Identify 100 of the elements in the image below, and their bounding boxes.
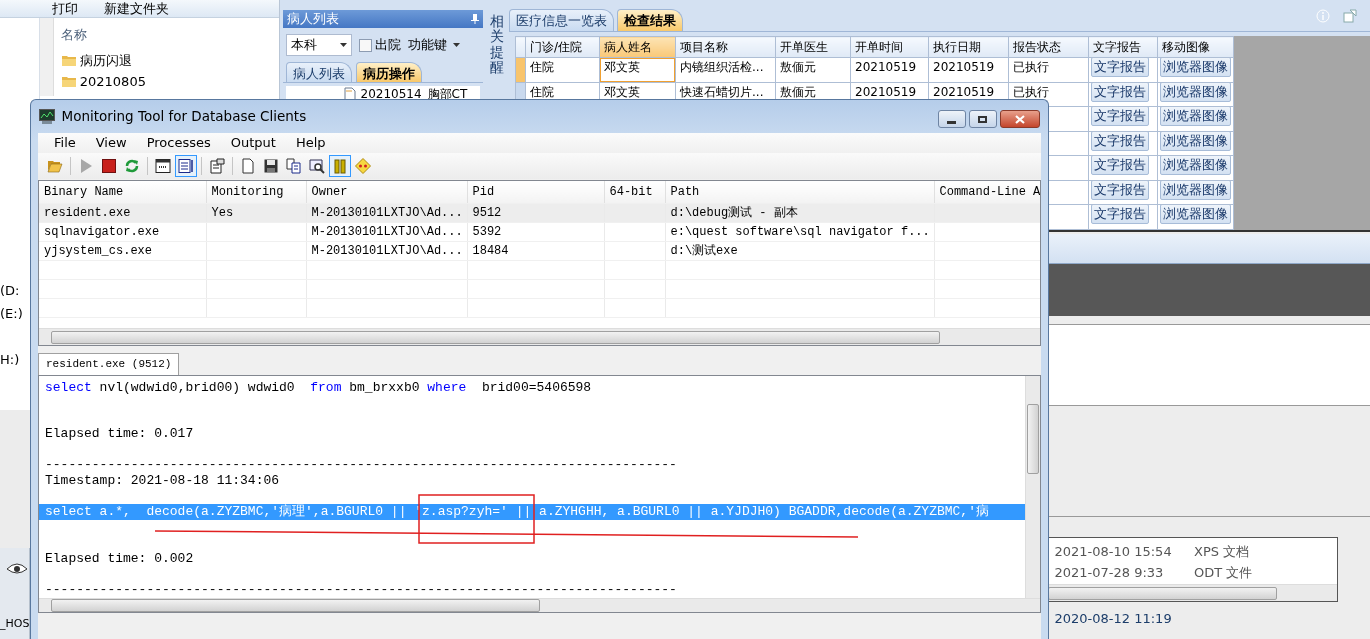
toolbar-button[interactable]: 新建文件夹 <box>104 0 169 19</box>
tab[interactable]: 检查结果 <box>617 8 684 31</box>
folder-item[interactable]: 病历闪退 <box>60 50 146 72</box>
column-header[interactable]: 名称 <box>60 24 146 44</box>
column-header[interactable]: 64-bit <box>604 181 665 203</box>
tab[interactable]: 病历操作 <box>355 62 422 82</box>
file-row[interactable]: 2021-07-28 9:33 ODT 文件 <box>1048 563 1337 584</box>
scope-dropdown[interactable]: 本科 <box>286 34 353 56</box>
monitor-icon <box>39 109 55 124</box>
taskbar-label[interactable]: _HOS <box>0 616 30 633</box>
maximize-button[interactable] <box>968 110 997 128</box>
scrollbar-thumb[interactable] <box>51 330 940 344</box>
scrollbar[interactable] <box>39 597 1040 612</box>
export-icon[interactable] <box>1343 8 1357 23</box>
log-line: Timestamp: 2021-08-18 11:34:06 <box>45 473 281 489</box>
drive-label[interactable]: H:) <box>0 350 20 370</box>
window-title: Monitoring Tool for Database Clients <box>61 107 307 127</box>
report-button[interactable]: 文字报告 <box>1091 205 1149 225</box>
column-header: 报告状态 <box>1008 36 1089 58</box>
folder-icon <box>60 53 77 69</box>
folder-name: 病历闪退 <box>79 52 132 71</box>
column-header[interactable]: Binary Name <box>39 181 206 203</box>
scrollbar-thumb[interactable] <box>51 598 540 612</box>
folder-name: 20210805 <box>79 73 146 92</box>
report-button[interactable]: 浏览器图像 <box>1160 181 1231 200</box>
column-header: 执行日期 <box>928 36 1009 58</box>
close-button[interactable] <box>1000 110 1040 128</box>
stop-icon <box>101 158 117 174</box>
caret-icon <box>453 43 460 47</box>
window-icon <box>155 158 171 174</box>
report-button[interactable]: 浏览器图像 <box>1160 83 1231 102</box>
report-button[interactable]: 浏览器图像 <box>1160 107 1231 127</box>
refresh-icon <box>124 158 140 174</box>
minimize-button[interactable] <box>937 110 966 128</box>
report-button[interactable]: 浏览器图像 <box>1160 58 1231 78</box>
report-button[interactable]: 文字报告 <box>1091 156 1149 176</box>
table-cell: sqlnavigator.exe <box>39 222 206 241</box>
file-type: ODT 文件 <box>1194 564 1253 582</box>
modified-date: 2021-07-28 9:33 <box>1054 564 1165 582</box>
column-header[interactable]: Command-Line A <box>934 181 1040 203</box>
table-cell: 5392 <box>467 222 604 241</box>
column-header: 病人姓名 <box>599 36 676 58</box>
save-icon <box>263 158 279 174</box>
column-header: 移动图像 <box>1157 36 1234 58</box>
report-button[interactable]: 文字报告 <box>1091 83 1149 102</box>
function-menu[interactable]: 功能键 <box>407 35 460 55</box>
file-row[interactable]: 2021-08-10 15:54 XPS 文档 <box>1048 542 1337 563</box>
column-header: 开单医生 <box>775 36 851 58</box>
modified-date: 2021-08-10 15:54 <box>1054 543 1173 561</box>
column-header[interactable]: Owner <box>306 181 467 203</box>
report-button[interactable]: 文字报告 <box>1091 107 1149 127</box>
table-cell: M-20130101LXTJO\Ad... <box>306 222 467 241</box>
report-button[interactable]: 文字报告 <box>1091 58 1149 78</box>
minimize-icon <box>947 120 956 124</box>
tab[interactable]: 医疗信息一览表 <box>509 8 614 31</box>
toolbar-button[interactable]: 打印 <box>52 0 78 19</box>
menu-item[interactable]: View <box>87 133 135 153</box>
scrollbar-thumb[interactable] <box>1048 586 1277 600</box>
report-button[interactable]: 浏览器图像 <box>1160 156 1231 176</box>
discharged-checkbox[interactable]: 出院 <box>358 35 401 55</box>
folder-open-icon <box>47 158 63 174</box>
menu-item[interactable]: Processes <box>138 133 219 153</box>
report-button[interactable]: 文字报告 <box>1091 181 1149 200</box>
reminder-tab[interactable]: 相关提醒 <box>490 14 504 76</box>
list-window-icon <box>178 158 194 174</box>
tab[interactable]: 病人列表 <box>286 62 353 82</box>
document-icon <box>240 158 256 174</box>
copy-icon <box>286 158 302 174</box>
report-button[interactable]: 浏览器图像 <box>1160 132 1231 151</box>
report-button[interactable]: 文字报告 <box>1091 132 1149 151</box>
tab[interactable]: resident.exe (9512) <box>38 353 180 375</box>
eye-icon <box>6 561 28 575</box>
pause-icon <box>332 158 348 174</box>
pin-icon <box>471 14 479 24</box>
toolbar-button[interactable] <box>175 155 197 177</box>
column-header: 项目名称 <box>675 36 776 58</box>
column-header[interactable]: Monitoring <box>206 181 306 203</box>
maximize-icon <box>978 115 988 123</box>
scrollbar[interactable] <box>40 18 54 96</box>
table-cell: 18484 <box>467 241 604 260</box>
report-button[interactable]: 浏览器图像 <box>1160 205 1231 225</box>
menu-item[interactable]: File <box>46 133 84 153</box>
column-header[interactable]: Path <box>665 181 934 203</box>
scrollbar[interactable] <box>1025 375 1040 598</box>
find-icon <box>309 158 325 174</box>
diamond-icon <box>355 158 371 174</box>
panel-title: 病人列表 <box>287 10 339 29</box>
folder-item[interactable]: 20210805 <box>60 71 146 93</box>
scrollbar[interactable] <box>39 328 1040 345</box>
drive-label[interactable]: (D: <box>0 281 20 301</box>
drive-label[interactable]: (E:) <box>0 304 23 324</box>
log-line: --------------------------------------------------------------------------------- <box>45 457 678 474</box>
log-line: select nvl(wdwid0,brid00) wdwid0 from bm_brxxb0 where brid00=5406598 <box>45 379 593 396</box>
scrollbar-thumb[interactable] <box>1027 403 1039 474</box>
menu-item[interactable]: Output <box>222 133 284 153</box>
scrollbar[interactable] <box>1048 584 1337 601</box>
column-header[interactable]: Pid <box>467 181 604 203</box>
menu-item[interactable]: Help <box>287 133 334 153</box>
column-header: 文字报告 <box>1088 36 1158 58</box>
folder-icon <box>60 74 77 90</box>
